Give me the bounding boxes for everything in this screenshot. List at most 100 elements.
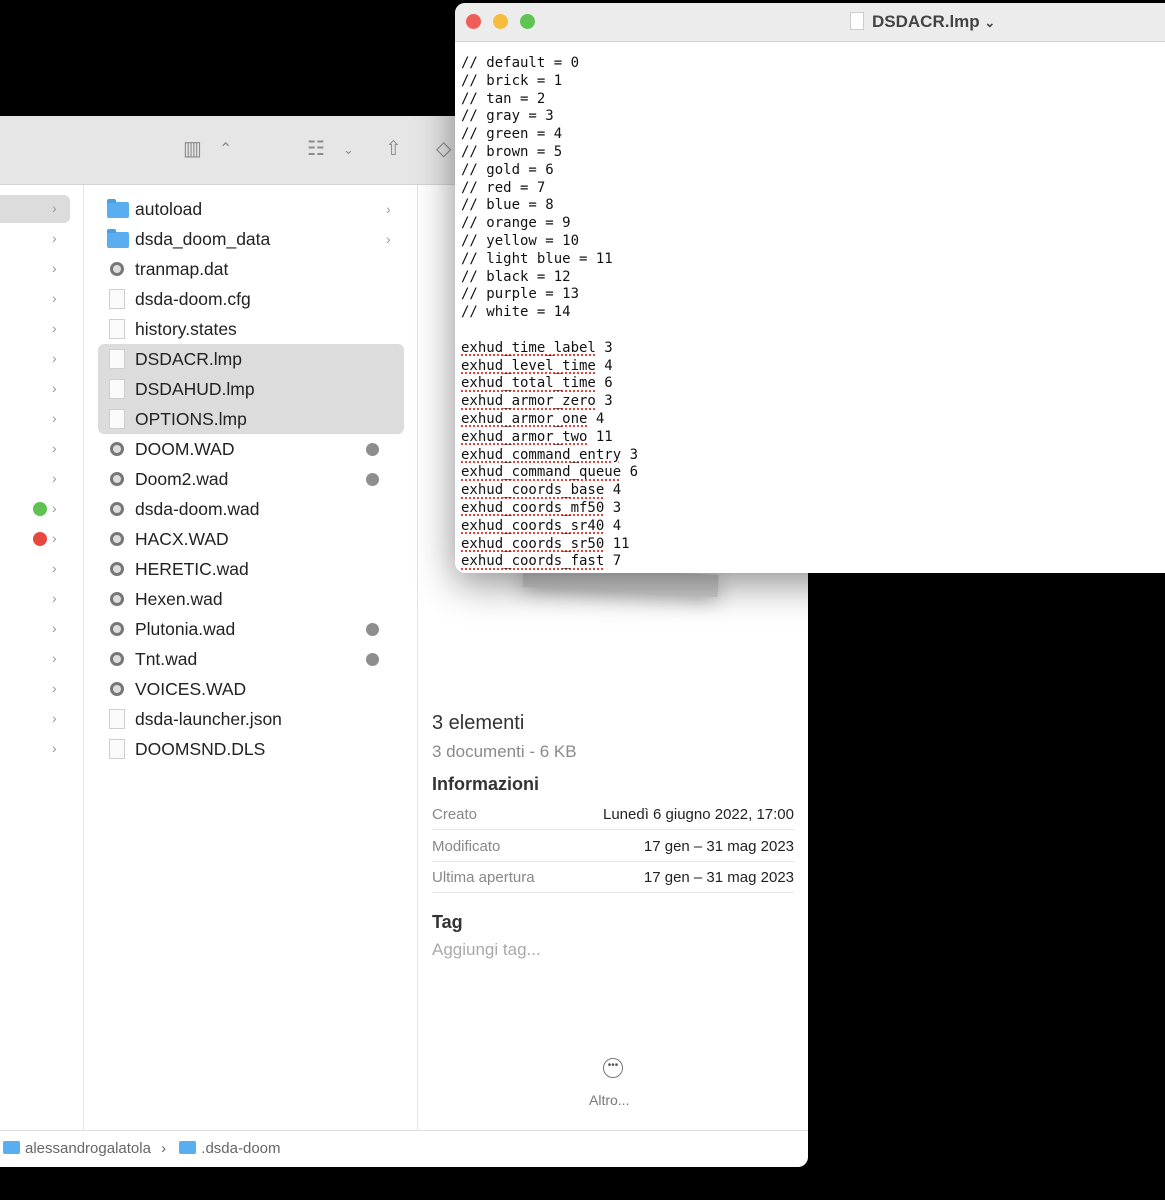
- file-row[interactable]: OPTIONS.lmp: [98, 404, 404, 434]
- text-line: // brown = 5: [461, 143, 563, 160]
- parent-row[interactable]: ›: [0, 555, 70, 583]
- file-name: DOOMSND.DLS: [135, 739, 266, 759]
- file-name: dsda-launcher.json: [135, 709, 282, 729]
- gray-tag-icon: [366, 443, 379, 456]
- parent-row[interactable]: ›: [0, 195, 70, 223]
- file-row[interactable]: Hexen.wad: [98, 584, 404, 614]
- document-icon: [109, 349, 125, 369]
- file-name: HERETIC.wad: [135, 559, 249, 579]
- zoom-button[interactable]: [520, 14, 535, 29]
- chevron-right-icon: ›: [52, 710, 57, 726]
- add-tag-input[interactable]: Aggiungi tag...: [432, 940, 541, 960]
- title-bar: DSDACR.lmp ⌄: [455, 3, 1165, 42]
- setting-line: exhud_armor_two 11: [461, 428, 613, 445]
- parent-row[interactable]: ›: [0, 735, 70, 763]
- executable-file-icon: [110, 592, 124, 606]
- parent-row[interactable]: ›: [0, 615, 70, 643]
- share-icon[interactable]: ⇧: [385, 136, 402, 161]
- parent-row[interactable]: ›: [0, 435, 70, 463]
- text-line: // light blue = 11: [461, 250, 613, 267]
- column-view-icon[interactable]: ▥: [183, 136, 202, 161]
- chevron-down-icon: ⌄: [984, 15, 996, 30]
- parent-row[interactable]: ›: [0, 375, 70, 403]
- file-name: HACX.WAD: [135, 529, 229, 549]
- view-switch-chevron-icon[interactable]: ⌃: [219, 139, 232, 159]
- setting-line: exhud_coords_fast 7: [461, 553, 622, 570]
- parent-row[interactable]: ›: [0, 675, 70, 703]
- parent-row[interactable]: ›: [0, 705, 70, 733]
- parent-row[interactable]: ›: [0, 285, 70, 313]
- file-name: Tnt.wad: [135, 649, 198, 669]
- text-line: // green = 4: [461, 126, 563, 143]
- file-row[interactable]: tranmap.dat: [98, 254, 404, 284]
- executable-file-icon: [110, 502, 124, 516]
- audio-file-icon: [109, 739, 125, 759]
- file-row[interactable]: DSDACR.lmp: [98, 344, 404, 374]
- file-row[interactable]: history.states: [98, 314, 404, 344]
- file-row[interactable]: DOOMSND.DLS: [98, 734, 404, 764]
- path-item-home[interactable]: alessandrogalatola: [25, 1140, 151, 1157]
- document-icon: [850, 12, 864, 30]
- parent-row[interactable]: ›: [0, 345, 70, 373]
- more-button[interactable]: Altro...: [589, 1091, 629, 1109]
- chevron-right-icon: ›: [52, 620, 57, 636]
- document-title[interactable]: DSDACR.lmp ⌄: [850, 12, 995, 32]
- parent-row[interactable]: ›: [0, 645, 70, 673]
- setting-line: exhud_command_entry 3: [461, 446, 639, 463]
- file-name: autoload: [135, 199, 203, 219]
- document-icon: [109, 379, 125, 399]
- setting-line: exhud_total_time 6: [461, 375, 613, 392]
- file-row[interactable]: Plutonia.wad: [98, 614, 404, 644]
- file-row[interactable]: autoload ›: [98, 194, 404, 224]
- file-row[interactable]: DSDAHUD.lmp: [98, 374, 404, 404]
- group-icon[interactable]: ☷: [307, 136, 325, 161]
- parent-row[interactable]: ›: [0, 315, 70, 343]
- file-row[interactable]: DOOM.WAD: [98, 434, 404, 464]
- tag-heading: Tag: [432, 912, 463, 932]
- path-bar: alessandrogalatola › .dsda-doom: [0, 1130, 808, 1167]
- gray-tag-icon: [366, 653, 379, 666]
- gray-tag-icon: [366, 623, 379, 636]
- file-row[interactable]: VOICES.WAD: [98, 674, 404, 704]
- parent-row[interactable]: ›: [0, 405, 70, 433]
- tag-icon[interactable]: ◇: [436, 136, 451, 161]
- minimize-button[interactable]: [493, 14, 508, 29]
- info-label: Ultima apertura: [432, 869, 535, 886]
- chevron-right-icon: ›: [52, 500, 57, 516]
- folder-icon: [179, 1141, 197, 1154]
- parent-row[interactable]: ›: [0, 525, 70, 553]
- chevron-right-icon: ›: [386, 201, 391, 217]
- parent-row[interactable]: ›: [0, 465, 70, 493]
- close-button[interactable]: [466, 14, 481, 29]
- parent-row[interactable]: ›: [0, 255, 70, 283]
- document-icon: [109, 409, 125, 429]
- path-item-current[interactable]: .dsda-doom: [201, 1140, 280, 1157]
- chevron-down-icon[interactable]: ⌄: [343, 142, 354, 158]
- file-name: tranmap.dat: [135, 259, 229, 279]
- file-row[interactable]: Tnt.wad: [98, 644, 404, 674]
- parent-row[interactable]: ›: [0, 495, 70, 523]
- file-name: DSDAHUD.lmp: [135, 379, 255, 399]
- executable-file-icon: [110, 562, 124, 576]
- file-row[interactable]: HERETIC.wad: [98, 554, 404, 584]
- info-heading: Informazioni: [432, 774, 539, 794]
- parent-row[interactable]: ›: [0, 225, 70, 253]
- file-row[interactable]: dsda-launcher.json: [98, 704, 404, 734]
- more-icon[interactable]: •••: [603, 1058, 623, 1078]
- chevron-right-icon: ›: [52, 320, 57, 336]
- folder-icon: [107, 199, 129, 218]
- info-label: Creato: [432, 806, 478, 823]
- file-row[interactable]: HACX.WAD: [98, 524, 404, 554]
- setting-line: exhud_coords_sr50 11: [461, 535, 630, 552]
- parent-row[interactable]: ›: [0, 585, 70, 613]
- file-row[interactable]: Doom2.wad: [98, 464, 404, 494]
- file-row[interactable]: dsda_doom_data ›: [98, 224, 404, 254]
- chevron-right-icon: ›: [52, 560, 57, 576]
- chevron-right-icon: ›: [52, 230, 57, 246]
- editor-text[interactable]: // default = 0 // brick = 1 // tan = 2 /…: [461, 55, 638, 571]
- file-row[interactable]: dsda-doom.wad: [98, 494, 404, 524]
- color-tag-icon: [33, 502, 47, 516]
- file-row[interactable]: dsda-doom.cfg: [98, 284, 404, 314]
- text-line: // blue = 8: [461, 197, 554, 214]
- text-line: // white = 14: [461, 304, 571, 321]
